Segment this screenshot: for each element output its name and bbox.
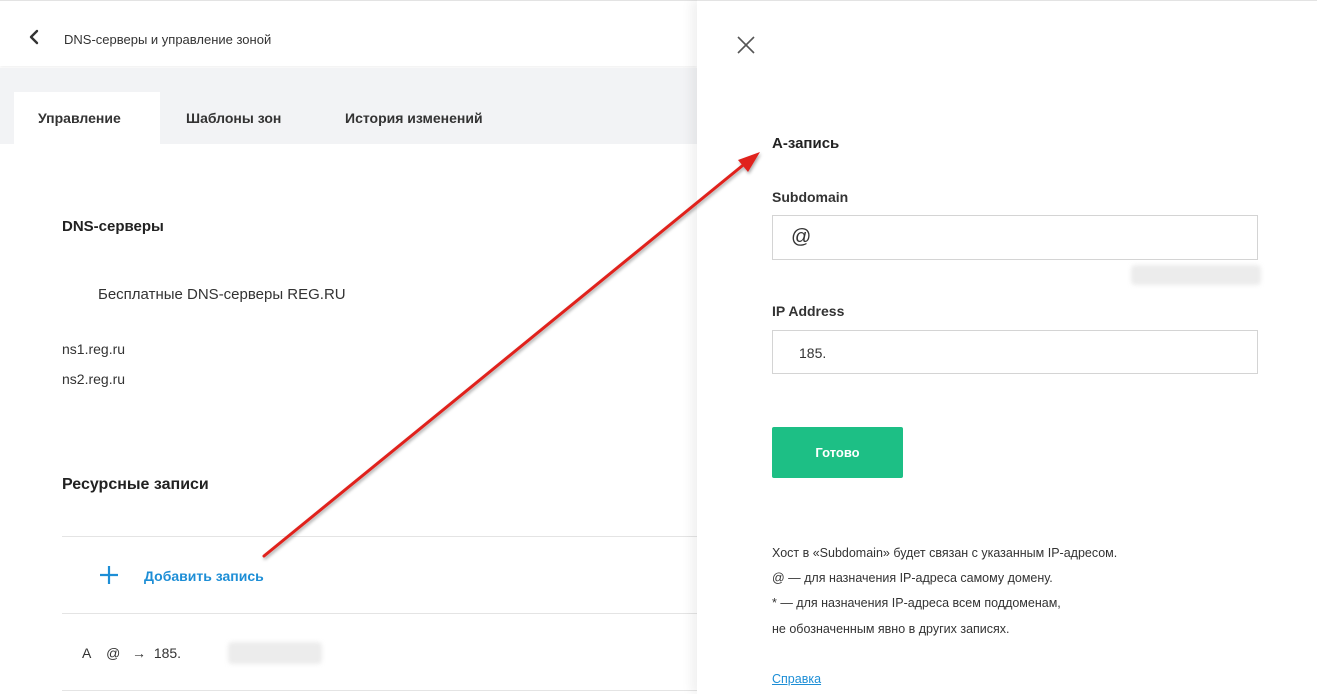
ip-address-label: IP Address: [772, 303, 845, 319]
help-text: @ — для назначения IP-адреса самому доме…: [772, 571, 1053, 585]
record-type: A: [82, 645, 91, 661]
redacted-value: [228, 642, 322, 664]
help-link[interactable]: Справка: [772, 672, 821, 686]
panel-title: А-запись: [772, 135, 840, 152]
divider: [62, 536, 697, 537]
page-header: DNS-серверы и управление зоной: [0, 8, 697, 66]
subdomain-input[interactable]: @: [772, 215, 1258, 260]
dns-servers-heading: DNS-серверы: [62, 218, 164, 235]
add-record-button[interactable]: Добавить запись: [144, 568, 264, 584]
dns-management-page: DNS-серверы и управление зоной Управлени…: [0, 0, 697, 694]
arrow-icon: →: [132, 645, 147, 661]
nameserver-2: ns2.reg.ru: [62, 371, 126, 387]
chevron-left-icon[interactable]: [24, 27, 44, 47]
top-border: [0, 0, 697, 1]
tab-bar: Управление Шаблоны зон История изменений: [0, 68, 697, 144]
record-host: @: [106, 645, 121, 661]
tab-zone-templates[interactable]: Шаблоны зон: [186, 92, 281, 144]
a-record-panel: А-запись Subdomain @ IP Address 185. Гот…: [697, 0, 1317, 694]
subdomain-label: Subdomain: [772, 189, 849, 205]
redacted-hint: [1131, 265, 1261, 285]
record-row[interactable]: A @ → 185.: [82, 645, 181, 661]
dns-provider-option: Бесплатные DNS-серверы REG.RU: [98, 286, 346, 303]
help-text: не обозначенным явно в других записях.: [772, 622, 1010, 636]
help-text: Хост в «Subdomain» будет связан с указан…: [772, 546, 1118, 560]
ip-address-input[interactable]: 185.: [772, 330, 1258, 374]
resource-records-heading: Ресурсные записи: [62, 476, 209, 493]
record-value: 185.: [153, 645, 182, 661]
done-button[interactable]: Готово: [772, 427, 903, 478]
top-border: [697, 0, 1317, 1]
divider: [62, 613, 697, 614]
plus-icon[interactable]: [98, 564, 120, 586]
close-icon[interactable]: [735, 34, 757, 56]
nameserver-1: ns1.reg.ru: [62, 341, 126, 357]
divider: [62, 690, 697, 691]
help-text: * — для назначения IP-адреса всем поддом…: [772, 596, 1061, 610]
tab-change-history[interactable]: История изменений: [345, 92, 483, 144]
tab-manage[interactable]: Управление: [14, 92, 160, 144]
page-title: DNS-серверы и управление зоной: [64, 32, 272, 47]
